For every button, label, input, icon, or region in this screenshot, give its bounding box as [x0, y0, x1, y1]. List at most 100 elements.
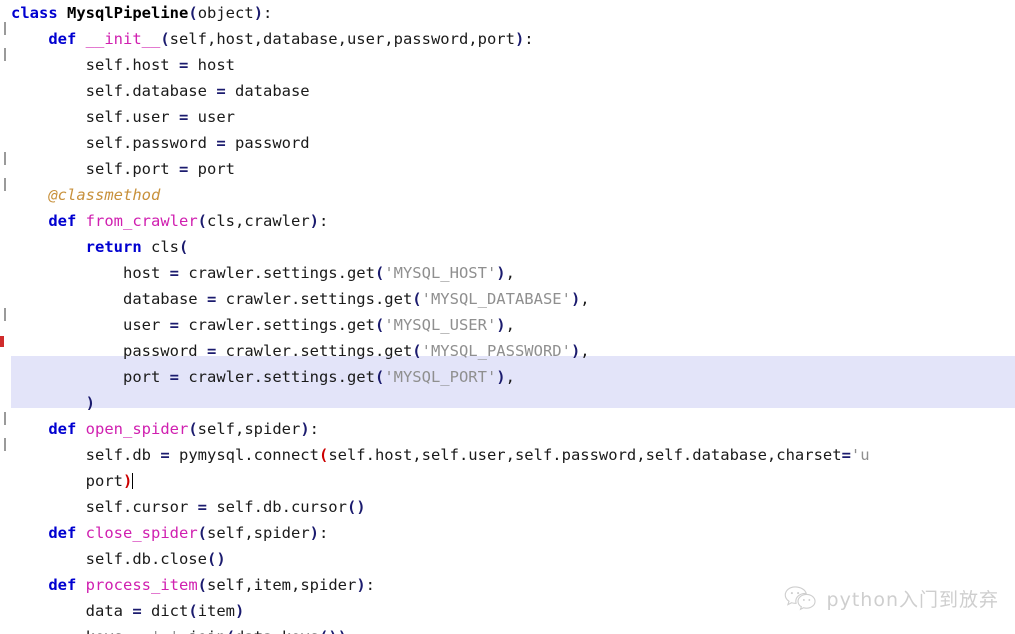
code-line-content: @classmethod: [0, 182, 160, 208]
code-line[interactable]: self.user = user: [0, 104, 1015, 130]
code-editor[interactable]: class MysqlPipeline(object): def __init_…: [0, 0, 1015, 634]
code-line-content: class MysqlPipeline(object):: [0, 0, 272, 26]
code-line[interactable]: self.db.close(): [0, 546, 1015, 572]
code-line[interactable]: self.cursor = self.db.cursor(): [0, 494, 1015, 520]
code-line[interactable]: data = dict(item): [0, 598, 1015, 624]
editor-gutter[interactable]: [0, 0, 11, 634]
code-line[interactable]: host = crawler.settings.get('MYSQL_HOST'…: [0, 260, 1015, 286]
code-line[interactable]: password = crawler.settings.get('MYSQL_P…: [0, 338, 1015, 364]
token-punct: ): [514, 30, 525, 48]
token-plain: :: [319, 212, 329, 230]
token-plain: :: [365, 576, 375, 594]
code-line[interactable]: port = crawler.settings.get('MYSQL_PORT'…: [0, 364, 1015, 390]
token-plain: self.host: [85, 56, 179, 74]
fold-mark-from-crawler[interactable]: [4, 152, 6, 165]
token-op: =: [197, 498, 207, 516]
code-line-content: self.user = user: [0, 104, 235, 130]
code-line[interactable]: def __init__(self,host,database,user,pas…: [0, 26, 1015, 52]
token-punct: ): [235, 602, 245, 620]
token-plain: :: [524, 30, 534, 48]
token-plain: password: [122, 342, 207, 360]
token-plain: :: [309, 420, 320, 438]
token-plain: item: [197, 602, 236, 620]
code-line[interactable]: user = crawler.settings.get('MYSQL_USER'…: [0, 312, 1015, 338]
token-punct: ): [570, 290, 581, 308]
token-str: ',': [151, 628, 179, 634]
code-line-content: self.database = database: [0, 78, 310, 104]
token-plain: port: [188, 160, 235, 178]
token-op: =: [160, 446, 170, 464]
token-punct: (: [412, 290, 422, 308]
code-line-content: def __init__(self,host,database,user,pas…: [0, 26, 534, 52]
code-line-content: password = crawler.settings.get('MYSQL_P…: [0, 338, 590, 364]
code-line[interactable]: port): [0, 468, 1015, 494]
code-line[interactable]: self.database = database: [0, 78, 1015, 104]
token-plain: data.keys: [235, 628, 319, 634]
code-text-area[interactable]: class MysqlPipeline(object): def __init_…: [0, 0, 1015, 634]
token-plain: crawler.settings.get: [216, 342, 413, 360]
code-line[interactable]: database = crawler.settings.get('MYSQL_D…: [0, 286, 1015, 312]
code-line[interactable]: def open_spider(self,spider):: [0, 416, 1015, 442]
token-plain: self.db.close: [85, 550, 207, 568]
fold-mark-class[interactable]: [4, 22, 6, 35]
token-punct: (: [197, 524, 207, 542]
token-str: 'u: [850, 446, 870, 464]
fold-mark-return[interactable]: [4, 178, 6, 191]
token-punct: (: [188, 4, 198, 22]
token-punct: (: [197, 212, 207, 230]
error-stripe-open-spider[interactable]: [0, 336, 4, 347]
token-punct: ): [570, 342, 581, 360]
code-line[interactable]: return cls(: [0, 234, 1015, 260]
token-kw: def: [48, 30, 77, 48]
token-fn: open_spider: [85, 420, 189, 438]
code-line[interactable]: def process_item(self,item,spider):: [0, 572, 1015, 598]
code-line[interactable]: @classmethod: [0, 182, 1015, 208]
token-err: ): [122, 472, 133, 490]
token-op: =: [178, 160, 189, 178]
code-line-content: user = crawler.settings.get('MYSQL_USER'…: [0, 312, 515, 338]
token-punct: (: [374, 368, 385, 386]
text-caret: [132, 473, 134, 489]
token-op: =: [206, 290, 217, 308]
token-plain: database: [225, 82, 310, 100]
code-line[interactable]: self.port = port: [0, 156, 1015, 182]
token-str: 'MYSQL_USER': [384, 316, 497, 334]
token-punct: (: [374, 316, 385, 334]
fold-mark-process-item[interactable]: [4, 438, 6, 451]
code-line[interactable]: def from_crawler(cls,crawler):: [0, 208, 1015, 234]
code-line[interactable]: self.host = host: [0, 52, 1015, 78]
code-line[interactable]: ): [0, 390, 1015, 416]
code-line[interactable]: keys = ','.join(data.keys()): [0, 624, 1015, 634]
code-line[interactable]: def close_spider(self,spider):: [0, 520, 1015, 546]
token-op: =: [169, 316, 179, 334]
code-line-content: self.db.close(): [0, 546, 226, 572]
token-plain: ,: [580, 290, 590, 308]
fold-mark-open-spider[interactable]: [4, 308, 6, 321]
token-plain: ,: [505, 368, 515, 386]
token-kw: def: [48, 524, 77, 542]
token-plain: database: [122, 290, 207, 308]
code-line[interactable]: class MysqlPipeline(object):: [0, 0, 1015, 26]
code-line[interactable]: self.password = password: [0, 130, 1015, 156]
token-str: 'MYSQL_HOST': [384, 264, 497, 282]
token-plain: .join: [179, 628, 226, 634]
fold-mark-init[interactable]: [4, 48, 6, 61]
token-plain: host: [122, 264, 170, 282]
fold-mark-close-spider[interactable]: [4, 412, 6, 425]
token-fn: from_crawler: [85, 212, 198, 230]
token-str: 'MYSQL_DATABASE': [421, 290, 571, 308]
code-line[interactable]: self.db = pymysql.connect(self.host,self…: [0, 442, 1015, 468]
token-op: =: [169, 368, 179, 386]
token-plain: self,host,database,user,password,port: [169, 30, 515, 48]
